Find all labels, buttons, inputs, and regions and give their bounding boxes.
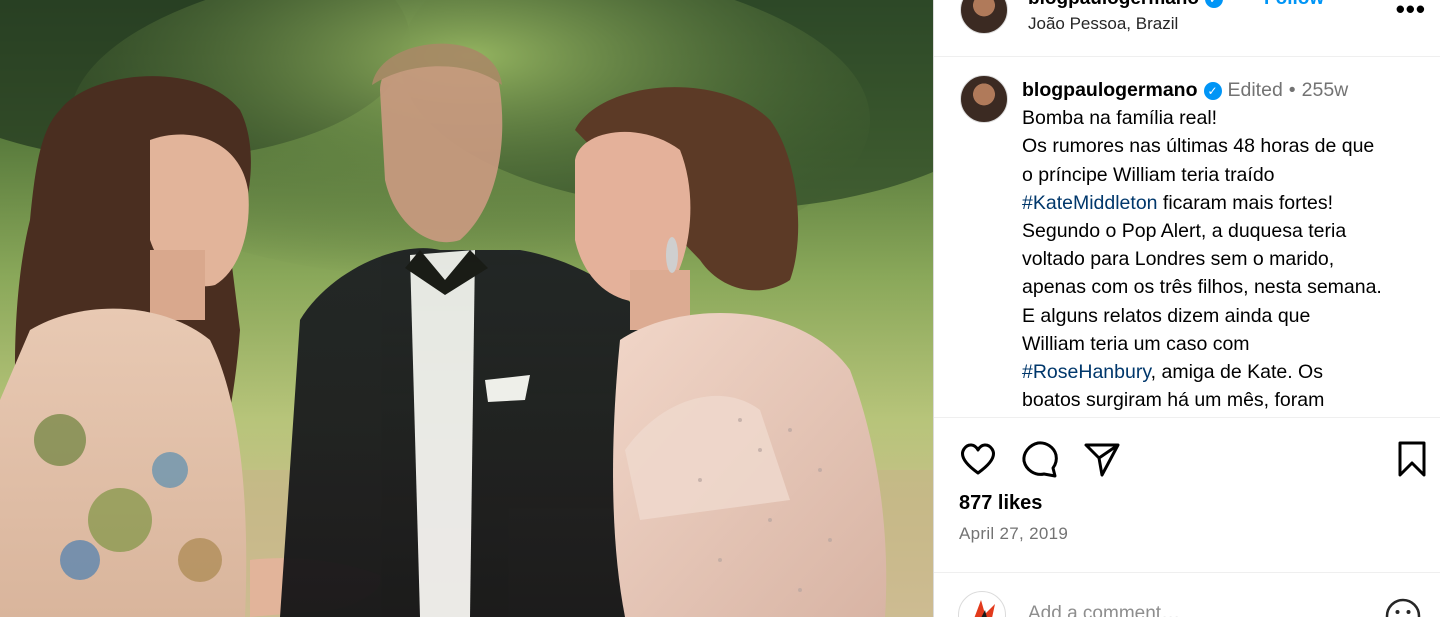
post-location[interactable]: João Pessoa, Brazil bbox=[1028, 14, 1178, 34]
caption-line: #RoseHanbury, amiga de Kate. Os bbox=[1022, 358, 1424, 386]
caption-author-avatar[interactable] bbox=[960, 75, 1008, 123]
caption-verified-badge-icon: ✓ bbox=[1203, 82, 1222, 100]
post-photo-illustration bbox=[0, 0, 933, 617]
likes-count[interactable]: 877 likes bbox=[959, 492, 1042, 515]
emoji-smile-icon[interactable] bbox=[1384, 597, 1422, 617]
author-username[interactable]: blogpaulogermano ✓ bbox=[1028, 0, 1223, 10]
post-date[interactable]: April 27, 2019 bbox=[959, 524, 1068, 544]
caption-line: o príncipe William teria traído bbox=[1022, 163, 1275, 186]
caption-edited-label: Edited bbox=[1227, 79, 1283, 101]
follow-button[interactable]: Follow bbox=[1264, 0, 1324, 10]
bookmark-icon[interactable] bbox=[1392, 439, 1432, 479]
caption-username[interactable]: blogpaulogermano bbox=[1022, 79, 1198, 101]
caption-section: blogpaulogermano ✓ Edited • 255w Bomba na fa… bbox=[934, 57, 1440, 418]
caption-header-line: blogpaulogermano ✓ Edited • 255w bbox=[1022, 76, 1424, 104]
caption-line: William teria um caso com bbox=[1022, 332, 1250, 355]
author-username-text[interactable]: blogpaulogermano bbox=[1028, 0, 1199, 9]
caption-line: Os rumores nas últimas 48 horas de que bbox=[1022, 135, 1375, 158]
post-actions bbox=[934, 425, 1440, 485]
post-photo[interactable] bbox=[0, 0, 933, 617]
heart-icon[interactable] bbox=[958, 439, 998, 479]
caption-line-text: ficaram mais fortes! bbox=[1157, 191, 1334, 214]
caption-line-text: , amiga de Kate. Os bbox=[1150, 361, 1323, 384]
caption-text: blogpaulogermano ✓ Edited • 255w Bomba na fa… bbox=[1022, 76, 1424, 414]
comment-input[interactable]: Add a comment… bbox=[1028, 603, 1180, 617]
caption-line: Bomba na família real! bbox=[1022, 107, 1218, 130]
current-user-avatar bbox=[958, 591, 1006, 617]
paper-plane-icon[interactable] bbox=[1082, 439, 1122, 479]
header-separator: • bbox=[1242, 0, 1249, 10]
caption-line: boatos surgiram há um mês, foram bbox=[1022, 389, 1325, 412]
current-user-avatar-image bbox=[974, 600, 995, 617]
caption-line: voltado para Londres sem o marido, bbox=[1022, 248, 1335, 271]
add-comment-bar: Add a comment… bbox=[934, 572, 1440, 617]
post-header: blogpaulogermano ✓ • Follow João Pessoa, … bbox=[934, 0, 1440, 57]
author-avatar[interactable] bbox=[960, 0, 1008, 34]
caption-timestamp[interactable]: 255w bbox=[1302, 79, 1349, 101]
comment-bubble-icon[interactable] bbox=[1020, 439, 1060, 479]
caption-line: E alguns relatos dizem ainda que bbox=[1022, 304, 1311, 327]
caption-line: apenas com os três filhos, nesta semana. bbox=[1022, 276, 1382, 299]
caption-hashtag-link[interactable]: #KateMiddleton bbox=[1022, 192, 1158, 214]
more-horizontal-icon[interactable]: ••• bbox=[1396, 0, 1426, 25]
verified-badge-icon: ✓ bbox=[1205, 0, 1223, 8]
caption-line: #KateMiddleton ficaram mais fortes! bbox=[1022, 189, 1424, 217]
instagram-post-view: blogpaulogermano ✓ • Follow João Pessoa, … bbox=[0, 0, 1440, 617]
caption-separator: • bbox=[1288, 79, 1296, 101]
caption-hashtag-link[interactable]: #RoseHanbury bbox=[1022, 361, 1151, 383]
caption-line: Segundo o Pop Alert, a duquesa teria bbox=[1022, 220, 1347, 243]
post-details-panel: blogpaulogermano ✓ • Follow João Pessoa, … bbox=[934, 0, 1440, 617]
